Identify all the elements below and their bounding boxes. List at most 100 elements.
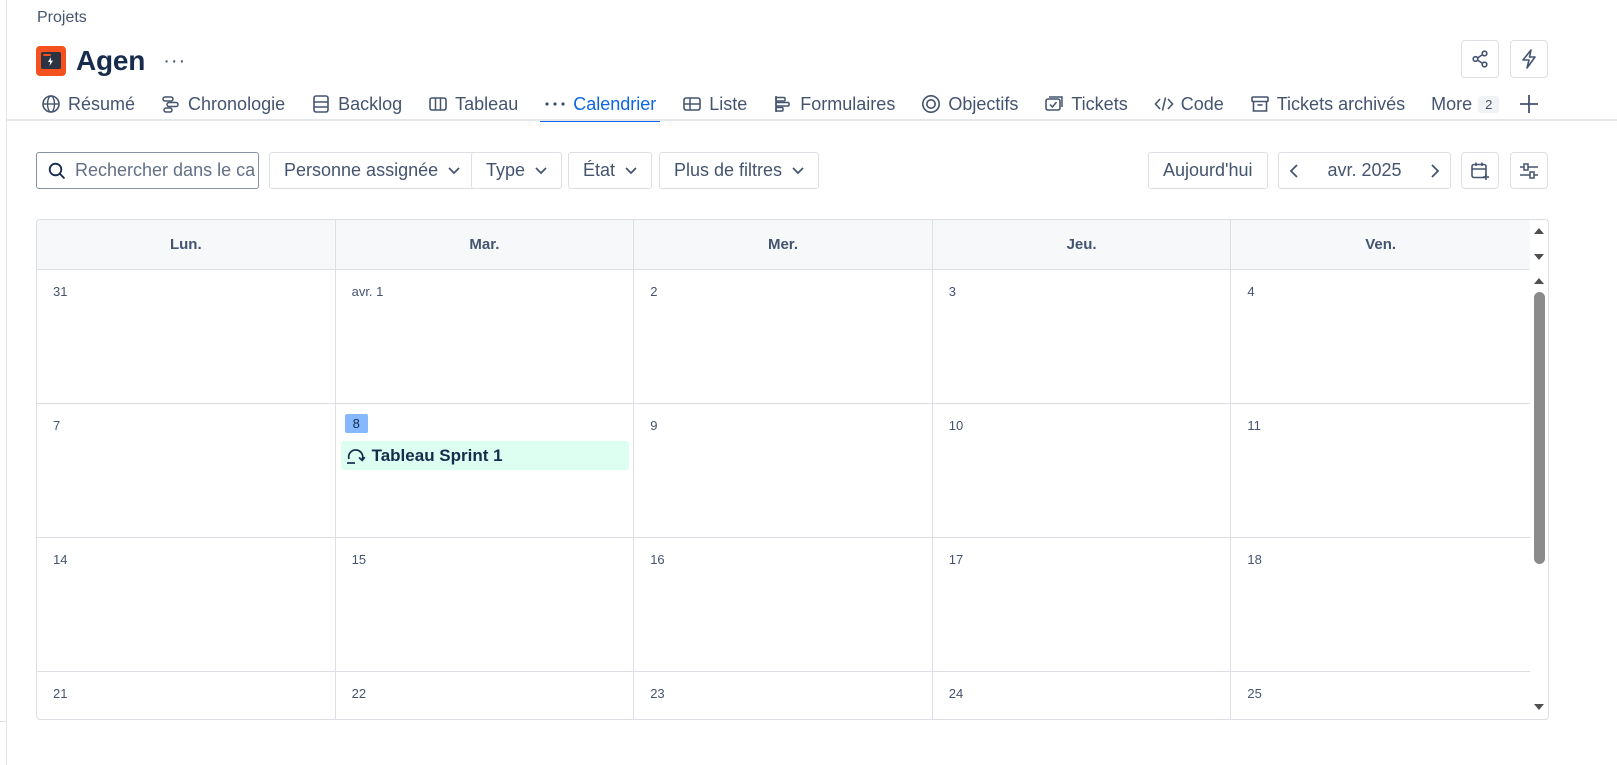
chevron-down-icon bbox=[625, 166, 637, 174]
day-cell[interactable]: 22 bbox=[336, 672, 635, 719]
day-cell[interactable]: 24 bbox=[933, 672, 1232, 719]
search-input[interactable] bbox=[75, 160, 255, 181]
day-number: 21 bbox=[53, 686, 68, 701]
tab-more[interactable]: More 2 bbox=[1431, 88, 1500, 120]
day-cell[interactable]: 25 bbox=[1231, 672, 1530, 719]
tab-label: Chronologie bbox=[188, 93, 286, 114]
weekday-header: Mer. bbox=[634, 220, 933, 269]
add-tab-button[interactable] bbox=[1519, 88, 1546, 120]
scroll-down-arrow-icon[interactable] bbox=[1534, 254, 1544, 260]
tab-label: Tickets bbox=[1071, 93, 1128, 114]
tab-label: Backlog bbox=[338, 93, 403, 114]
tab-tableau[interactable]: Tableau bbox=[428, 88, 518, 120]
scrollbar-thumb[interactable] bbox=[1534, 292, 1545, 564]
tab-resume[interactable]: Résumé bbox=[41, 88, 135, 120]
scroll-up-arrow-icon[interactable] bbox=[1534, 278, 1544, 284]
more-filters-button[interactable]: Plus de filtres bbox=[659, 152, 820, 189]
day-number: 9 bbox=[650, 418, 658, 433]
tab-label: Objectifs bbox=[948, 93, 1019, 114]
day-number: 31 bbox=[53, 284, 68, 299]
day-number: 23 bbox=[650, 686, 665, 701]
day-cell[interactable]: avr. 1 bbox=[336, 270, 635, 403]
search-field[interactable] bbox=[36, 152, 259, 189]
day-cell[interactable]: 4 bbox=[1231, 270, 1530, 403]
settings-sliders-icon bbox=[1520, 162, 1538, 179]
status-filter-label: État bbox=[583, 160, 616, 180]
project-tabs: Résumé Chronologie Backlog Tableau Calen… bbox=[41, 88, 1572, 122]
tab-code[interactable]: Code bbox=[1154, 88, 1224, 120]
share-button[interactable] bbox=[1461, 40, 1499, 78]
dots-icon bbox=[545, 102, 565, 106]
today-badge: 8 bbox=[344, 414, 368, 433]
view-settings-button[interactable] bbox=[1510, 152, 1548, 189]
automation-button[interactable] bbox=[1510, 40, 1548, 78]
weekday-header: Lun. bbox=[37, 220, 336, 269]
tab-formulaires[interactable]: Formulaires bbox=[773, 88, 895, 120]
header-scrollbar[interactable] bbox=[1530, 220, 1548, 270]
day-number: 10 bbox=[948, 418, 964, 433]
day-cell[interactable]: 23 bbox=[634, 672, 933, 719]
tab-calendrier[interactable]: Calendrier bbox=[540, 88, 661, 122]
add-event-button[interactable] bbox=[1461, 152, 1499, 189]
type-filter-button[interactable]: Type bbox=[471, 152, 563, 189]
event-sprint[interactable]: Tableau Sprint 1 bbox=[340, 441, 629, 470]
project-rocket-icon bbox=[36, 46, 66, 76]
day-number: 22 bbox=[351, 686, 367, 701]
chevron-down-icon bbox=[535, 166, 547, 174]
day-cell[interactable]: 10 bbox=[933, 404, 1232, 537]
sprint-icon bbox=[346, 448, 366, 464]
tickets-icon bbox=[1045, 96, 1064, 111]
day-cell[interactable]: 15 bbox=[336, 538, 635, 671]
event-label: Tableau Sprint 1 bbox=[371, 445, 503, 465]
today-button[interactable]: Aujourd'hui bbox=[1148, 152, 1268, 189]
tab-chronologie[interactable]: Chronologie bbox=[161, 88, 285, 120]
page-title[interactable]: Agen bbox=[76, 45, 145, 77]
tab-tickets-archives[interactable]: Tickets archivés bbox=[1250, 88, 1405, 120]
day-cell[interactable]: 14 bbox=[37, 538, 336, 671]
backlog-icon bbox=[313, 95, 329, 113]
tab-label: Formulaires bbox=[800, 93, 896, 114]
project-header: Agen ··· bbox=[36, 44, 186, 78]
tab-label: Tickets archivés bbox=[1276, 93, 1406, 114]
day-cell-today[interactable]: 8 Tableau Sprint 1 bbox=[336, 404, 635, 537]
day-number: 3 bbox=[948, 284, 957, 299]
assignee-filter-button[interactable]: Personne assignée bbox=[269, 152, 476, 189]
list-icon bbox=[683, 97, 702, 111]
day-cell[interactable]: 11 bbox=[1231, 404, 1530, 537]
globe-icon bbox=[42, 95, 60, 113]
tab-objectifs[interactable]: Objectifs bbox=[921, 88, 1018, 120]
day-number: avr. 1 bbox=[351, 284, 384, 299]
calendar-header: Lun. Mar. Mer. Jeu. Ven. bbox=[37, 220, 1530, 270]
tab-backlog[interactable]: Backlog bbox=[311, 88, 402, 120]
day-cell[interactable]: 2 bbox=[634, 270, 933, 403]
lightning-icon bbox=[1522, 49, 1536, 69]
day-number: 16 bbox=[650, 552, 665, 567]
current-month: avr. 2025 bbox=[1327, 160, 1402, 180]
day-cell[interactable]: 31 bbox=[37, 270, 336, 403]
day-cell[interactable]: 21 bbox=[37, 672, 336, 719]
day-cell[interactable]: 17 bbox=[933, 538, 1232, 671]
breadcrumb[interactable]: Projets bbox=[37, 9, 87, 27]
day-cell[interactable]: 7 bbox=[37, 404, 336, 537]
tab-label: More bbox=[1431, 93, 1473, 114]
calendar-scrollbar[interactable] bbox=[1530, 270, 1548, 719]
tab-tickets[interactable]: Tickets bbox=[1044, 88, 1128, 120]
scroll-down-arrow-icon[interactable] bbox=[1534, 704, 1544, 710]
more-actions-button[interactable]: ··· bbox=[163, 51, 186, 71]
day-number: 17 bbox=[948, 552, 964, 567]
weekday-header: Mar. bbox=[336, 220, 635, 269]
sidebar-edge-tick bbox=[0, 721, 6, 722]
day-cell[interactable]: 16 bbox=[634, 538, 933, 671]
share-icon bbox=[1472, 50, 1488, 68]
day-cell[interactable]: 18 bbox=[1231, 538, 1530, 671]
forms-icon bbox=[775, 96, 791, 112]
status-filter-button[interactable]: État bbox=[568, 152, 653, 189]
chevron-left-icon[interactable] bbox=[1289, 163, 1299, 178]
tab-liste[interactable]: Liste bbox=[682, 88, 747, 120]
day-cell[interactable]: 9 bbox=[634, 404, 933, 537]
day-cell[interactable]: 3 bbox=[933, 270, 1232, 403]
chevron-down-icon bbox=[448, 166, 460, 174]
chevron-right-icon[interactable] bbox=[1430, 163, 1440, 178]
scroll-up-arrow-icon[interactable] bbox=[1534, 228, 1544, 234]
tabs-divider bbox=[6, 119, 1617, 121]
